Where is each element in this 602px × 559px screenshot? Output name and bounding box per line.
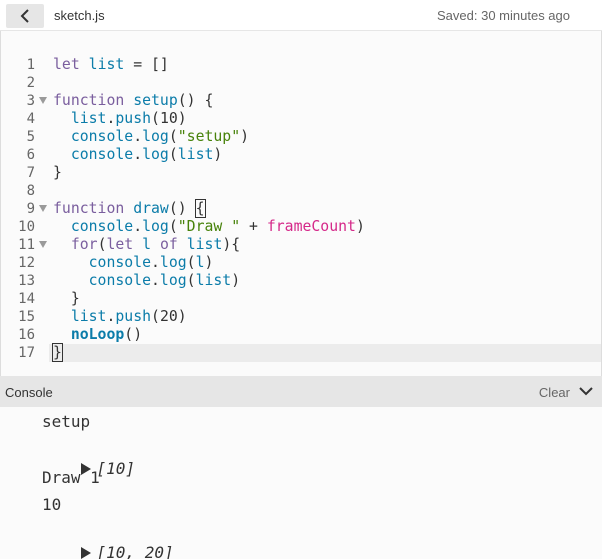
console-message-array[interactable]: [10, 20] [42, 523, 174, 559]
code-line[interactable]: console.log("setup") [53, 128, 601, 146]
gutter-line: 14 [1, 290, 49, 308]
gutter-line: 4 [1, 110, 49, 128]
collapse-sidebar-button[interactable] [6, 4, 44, 28]
bracket-match: } [52, 343, 63, 362]
fold-arrow-icon[interactable] [39, 241, 47, 248]
code-area[interactable]: let list = [] function setup() { list.pu… [52, 31, 601, 376]
code-line[interactable]: } [53, 290, 601, 308]
code-line[interactable]: list.push(20) [53, 308, 601, 326]
line-number: 9 [26, 201, 35, 217]
gutter-line: 9 [1, 200, 49, 218]
console-message: 10 [42, 495, 62, 514]
console-message: Draw 1 [42, 468, 100, 487]
line-number: 10 [18, 219, 35, 235]
gutter-line: 7 [1, 164, 49, 182]
editor-header: sketch.js Saved: 30 minutes ago [0, 0, 602, 31]
line-number: 5 [26, 129, 35, 145]
save-status: Saved: 30 minutes ago [437, 8, 570, 23]
gutter-line: 1 [1, 56, 49, 74]
code-line[interactable]: console.log(list) [53, 146, 601, 164]
bracket-match: { [194, 199, 206, 218]
gutter-line: 15 [1, 308, 49, 326]
code-editor[interactable]: 1 2 3 4 5 6 7 8 9 10 11 12 13 14 15 16 1… [0, 31, 602, 376]
line-number: 4 [26, 111, 35, 127]
line-number: 8 [26, 183, 35, 199]
code-line[interactable]: console.log("Draw " + frameCount) [53, 218, 601, 236]
gutter-line: 5 [1, 128, 49, 146]
line-number: 6 [26, 147, 35, 163]
gutter-line: 3 [1, 92, 49, 110]
gutter-line: 2 [1, 74, 49, 92]
gutter-line: 13 [1, 272, 49, 290]
line-number: 1 [26, 57, 35, 73]
line-gutter: 1 2 3 4 5 6 7 8 9 10 11 12 13 14 15 16 1… [1, 31, 49, 376]
code-line[interactable] [53, 74, 601, 92]
console-output: setup [10] Draw 1 10 [10, 20] [0, 407, 602, 559]
array-value: [10, 20] [96, 543, 174, 559]
line-number: 17 [18, 345, 35, 361]
fold-arrow-icon[interactable] [39, 205, 47, 212]
file-name[interactable]: sketch.js [54, 8, 105, 23]
line-number: 12 [18, 255, 35, 271]
gutter-line: 8 [1, 182, 49, 200]
chevron-left-icon [20, 9, 29, 23]
line-number: 13 [18, 273, 35, 289]
console-header: Console Clear [0, 376, 602, 407]
line-number: 2 [26, 75, 35, 91]
code-line[interactable]: console.log(l) [53, 254, 601, 272]
code-line[interactable]: } [52, 343, 601, 362]
expand-triangle-icon[interactable] [80, 547, 91, 559]
line-number: 16 [18, 327, 35, 343]
gutter-line: 12 [1, 254, 49, 272]
gutter-line: 6 [1, 146, 49, 164]
code-line[interactable]: for(let l of list){ [53, 236, 601, 254]
code-line[interactable]: noLoop() [53, 326, 601, 344]
gutter-line: 17 [1, 344, 49, 362]
chevron-down-icon[interactable] [578, 384, 594, 398]
console-message: setup [42, 412, 91, 431]
gutter-line: 16 [1, 326, 49, 344]
line-number: 3 [26, 93, 35, 109]
line-number: 15 [18, 309, 35, 325]
console-title: Console [5, 385, 53, 400]
line-number: 7 [26, 165, 35, 181]
code-line[interactable]: console.log(list) [53, 272, 601, 290]
gutter-line: 11 [1, 236, 49, 254]
code-line[interactable]: function draw() { [53, 199, 601, 218]
clear-console-button[interactable]: Clear [539, 385, 570, 400]
gutter-line: 10 [1, 218, 49, 236]
fold-arrow-icon[interactable] [39, 97, 47, 104]
code-line[interactable]: let list = [] [53, 56, 601, 74]
code-line[interactable]: list.push(10) [53, 110, 601, 128]
code-line[interactable]: function setup() { [53, 92, 601, 110]
line-number: 14 [18, 291, 35, 307]
array-value: [10] [96, 459, 136, 478]
line-number: 11 [18, 237, 35, 253]
code-line[interactable] [53, 182, 601, 200]
code-line[interactable]: } [53, 164, 601, 182]
